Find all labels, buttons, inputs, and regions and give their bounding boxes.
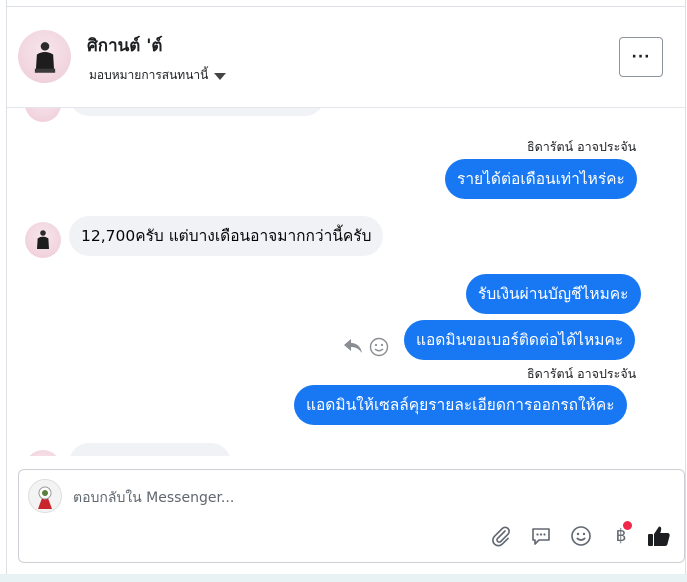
- message-bubble-partial: [69, 108, 325, 116]
- message-composer: ฿: [18, 469, 685, 563]
- more-options-button[interactable]: ···: [619, 37, 663, 77]
- conversation-header: ศิกานต์ 'ต์ มอบหมายการสนทนานี้ ···: [7, 7, 685, 108]
- assign-conversation-label: มอบหมายการสนทนานี้: [89, 68, 209, 82]
- contact-avatar-small: [25, 450, 61, 456]
- outgoing-message[interactable]: รายได้ต่อเดือนเท่าไหร่คะ: [445, 159, 637, 199]
- contact-avatar-small: [25, 108, 61, 122]
- contact-avatar[interactable]: [18, 30, 71, 83]
- page-logo-icon: [29, 480, 61, 512]
- attach-paperclip-icon[interactable]: [489, 524, 513, 548]
- react-smiley-icon[interactable]: [369, 337, 389, 361]
- window-right-border: [685, 0, 686, 575]
- bottom-edge-strip: [0, 574, 687, 582]
- contact-avatar-small: [25, 222, 61, 258]
- person-photo-icon: [37, 230, 49, 249]
- message-bubble-partial: [69, 443, 231, 456]
- contact-name[interactable]: ศิกานต์ 'ต์: [87, 32, 162, 59]
- payment-baht-icon[interactable]: ฿: [609, 521, 633, 548]
- outgoing-message[interactable]: รับเงินผ่านบัญชีไหมคะ: [466, 274, 641, 314]
- assign-conversation-dropdown[interactable]: มอบหมายการสนทนานี้: [89, 66, 227, 85]
- outgoing-message[interactable]: แอดมินให้เซลล์คุยรายละเอียดการออกรถให้คะ: [294, 385, 627, 425]
- message-thread[interactable]: ธิดารัตน์ อาจประจัน รายได้ต่อเดือนเท่าไห…: [7, 108, 685, 456]
- caret-down-icon: [214, 72, 227, 80]
- reply-icon[interactable]: [343, 337, 363, 359]
- notification-dot: [623, 521, 632, 530]
- incoming-message[interactable]: 12,700ครับ แต่บางเดือนอาจมากกว่านี้ครับ: [69, 216, 384, 256]
- reply-input[interactable]: [73, 488, 493, 508]
- sender-name: ธิดารัตน์ อาจประจัน: [527, 366, 637, 381]
- like-thumbs-up-icon[interactable]: [647, 524, 671, 548]
- page-avatar: [28, 479, 62, 513]
- saved-replies-chat-bubble-icon[interactable]: [529, 524, 553, 548]
- emoji-smiley-icon[interactable]: [569, 524, 593, 548]
- sender-name: ธิดารัตน์ อาจประจัน: [527, 139, 637, 154]
- outgoing-message[interactable]: แอดมินขอเบอร์ติดต่อได้ไหมคะ: [404, 320, 636, 360]
- person-photo-icon: [34, 41, 55, 73]
